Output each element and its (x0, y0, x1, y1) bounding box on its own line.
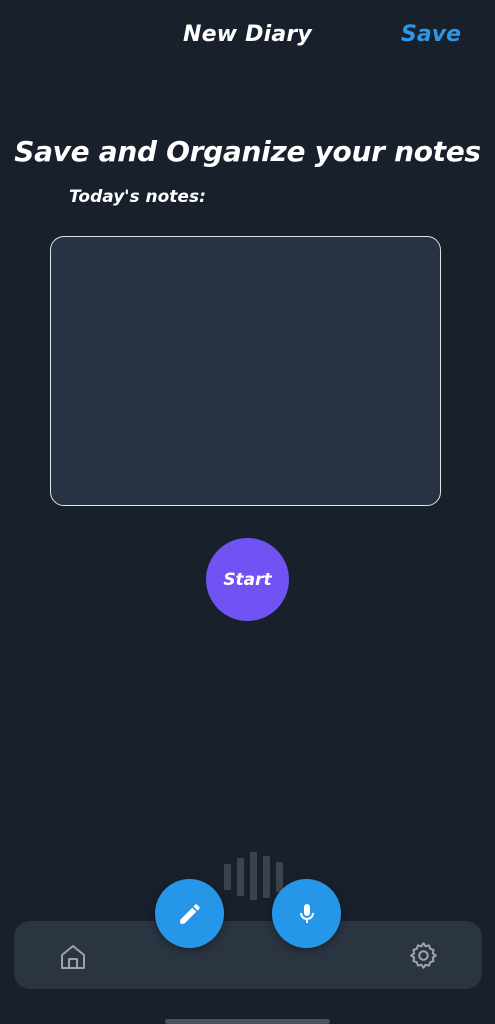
gear-icon[interactable] (408, 940, 439, 971)
pencil-icon (179, 903, 200, 924)
notes-textarea[interactable] (50, 236, 441, 506)
home-icon[interactable] (58, 942, 88, 972)
notes-label: Today's notes: (69, 187, 206, 207)
edit-fab-button[interactable] (155, 879, 224, 948)
home-indicator (165, 1019, 330, 1024)
waveform-icon (224, 852, 284, 900)
waveform-bar (250, 852, 257, 900)
waveform-bar (237, 858, 244, 896)
waveform-bar (263, 856, 270, 898)
microphone-fab-button[interactable] (272, 879, 341, 948)
waveform-bar (224, 864, 231, 890)
headline: Save and Organize your notes (14, 135, 481, 168)
microphone-icon (299, 903, 314, 923)
start-button[interactable]: Start (206, 538, 289, 621)
save-button[interactable]: Save (401, 22, 461, 47)
